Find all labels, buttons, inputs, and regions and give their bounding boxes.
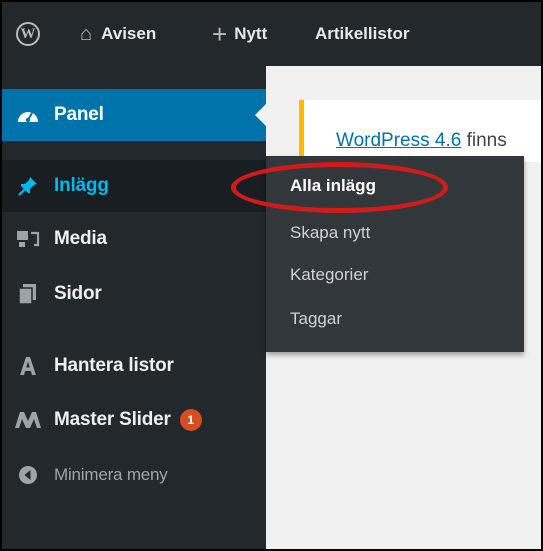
pages-icon [2, 283, 54, 305]
update-notice-text: WordPress 4.6 finns [336, 130, 507, 152]
sidebar-item-posts[interactable]: Inlägg [2, 160, 266, 212]
new-content-button[interactable]: + Nytt [212, 2, 267, 66]
sidebar-item-label: Media [54, 228, 107, 249]
collapse-arrow-icon [2, 465, 54, 485]
pin-icon [2, 175, 54, 197]
admin-bar: W ⌂ Avisen + Nytt Artikellistor [2, 2, 541, 66]
letter-a-icon [2, 356, 54, 376]
update-notice-suffix: finns [461, 130, 507, 151]
wordpress-logo-button[interactable]: W [16, 2, 44, 66]
article-lists-link[interactable]: Artikellistor [315, 2, 409, 66]
update-notice: WordPress 4.6 finns [299, 100, 541, 162]
site-name-link[interactable]: ⌂ Avisen [80, 2, 156, 66]
sidebar-item-label: Sidor [54, 283, 102, 304]
sidebar-item-pages[interactable]: Sidor [2, 268, 266, 320]
update-notice-link[interactable]: WordPress 4.6 [336, 130, 461, 151]
admin-sidebar: Panel Inlägg Media Sidor Hantera listor … [2, 66, 267, 549]
screenshot-frame: W ⌂ Avisen + Nytt Artikellistor Panel In… [0, 0, 543, 551]
home-icon: ⌂ [80, 22, 93, 45]
plus-icon: + [212, 18, 228, 49]
master-slider-icon [2, 411, 54, 429]
site-name-label: Avisen [101, 24, 157, 43]
sidebar-item-panel[interactable]: Panel [2, 89, 267, 141]
update-count-badge: 1 [179, 409, 202, 431]
sidebar-item-label: Master Slider [54, 409, 171, 430]
collapse-menu-button[interactable]: Minimera meny [2, 449, 266, 501]
sidebar-item-label: Panel [54, 104, 104, 125]
active-menu-arrow [255, 103, 267, 127]
submenu-item-add-new[interactable]: Skapa nytt [290, 223, 370, 243]
dashboard-gauge-icon [2, 106, 54, 124]
submenu-item-tags[interactable]: Taggar [290, 309, 342, 329]
submenu-item-categories[interactable]: Kategorier [290, 265, 368, 285]
new-content-label: Nytt [234, 24, 268, 43]
sidebar-item-manage-lists[interactable]: Hantera listor [2, 340, 266, 392]
sidebar-item-label: Hantera listor [54, 355, 174, 376]
annotation-red-ellipse [231, 162, 448, 213]
sidebar-item-label: Inlägg [54, 175, 109, 196]
sidebar-item-master-slider[interactable]: Master Slider 1 [2, 394, 266, 446]
wordpress-logo-icon: W [16, 22, 40, 46]
media-icon [2, 229, 54, 249]
article-lists-label: Artikellistor [315, 24, 410, 43]
sidebar-item-label: Minimera meny [54, 465, 168, 484]
sidebar-item-media[interactable]: Media [2, 213, 266, 265]
